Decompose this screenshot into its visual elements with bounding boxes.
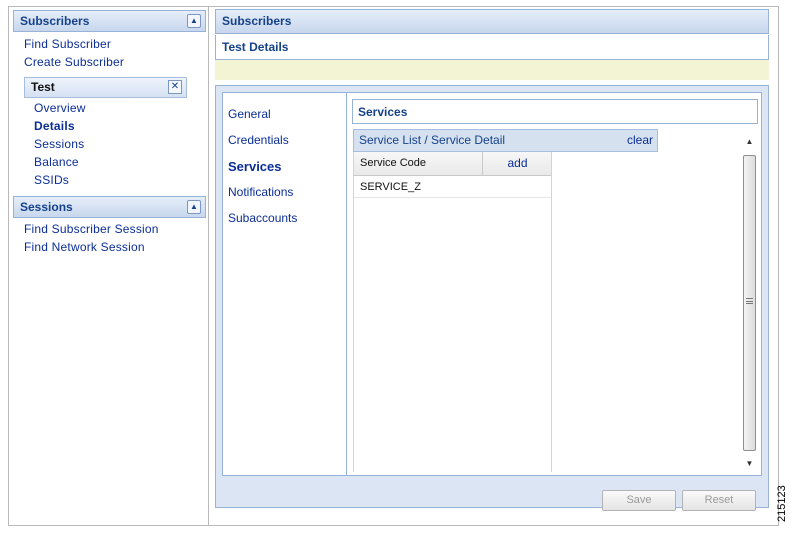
subscriber-panel-title: Test bbox=[31, 80, 55, 94]
message-bar bbox=[215, 60, 769, 80]
create-subscriber-link[interactable]: Create Subscriber bbox=[24, 55, 124, 69]
details-content: General Credentials Services Notificatio… bbox=[222, 92, 762, 476]
scroll-thumb[interactable] bbox=[743, 155, 756, 451]
scroll-up-icon[interactable]: ▲ bbox=[741, 135, 758, 149]
tab-credentials[interactable]: Credentials bbox=[228, 133, 289, 147]
collapse-icon[interactable]: ▲ bbox=[187, 200, 201, 214]
page-title: Test Details bbox=[215, 35, 769, 60]
scroll-down-icon[interactable]: ▼ bbox=[741, 457, 758, 471]
tab-services[interactable]: Services bbox=[228, 159, 282, 174]
table-row[interactable]: SERVICE_Z bbox=[354, 176, 551, 198]
subscriber-panel-header: Test ✕ bbox=[24, 77, 187, 98]
sessions-link[interactable]: Sessions bbox=[34, 137, 84, 151]
reset-button[interactable]: Reset bbox=[682, 490, 756, 511]
close-icon[interactable]: ✕ bbox=[168, 80, 182, 94]
services-title: Services bbox=[352, 99, 758, 124]
figure-id: 215123 bbox=[776, 485, 788, 522]
balance-link[interactable]: Balance bbox=[34, 155, 79, 169]
find-subscriber-session-link[interactable]: Find Subscriber Session bbox=[24, 222, 159, 236]
service-list-header: Service List / Service Detail clear bbox=[353, 129, 658, 152]
left-nav: Subscribers ▲ Find Subscriber Create Sub… bbox=[9, 7, 209, 525]
main-header: Subscribers bbox=[215, 9, 769, 34]
subscribers-section-header: Subscribers ▲ bbox=[13, 10, 206, 32]
sessions-section-header: Sessions ▲ bbox=[13, 196, 206, 218]
service-list-title: Service List / Service Detail bbox=[359, 133, 506, 147]
tab-notifications[interactable]: Notifications bbox=[228, 185, 293, 199]
overview-link[interactable]: Overview bbox=[34, 101, 86, 115]
subscribers-section-title: Subscribers bbox=[20, 14, 90, 28]
ssids-link[interactable]: SSIDs bbox=[34, 173, 69, 187]
details-panel: General Credentials Services Notificatio… bbox=[215, 85, 769, 511]
grip-icon bbox=[746, 298, 753, 304]
detail-tabs: General Credentials Services Notificatio… bbox=[223, 93, 347, 475]
sessions-section-title: Sessions bbox=[20, 200, 73, 214]
find-network-session-link[interactable]: Find Network Session bbox=[24, 240, 145, 254]
save-button[interactable]: Save bbox=[602, 490, 676, 511]
tab-subaccounts[interactable]: Subaccounts bbox=[228, 211, 297, 225]
clear-link[interactable]: clear bbox=[627, 130, 653, 151]
tab-general[interactable]: General bbox=[228, 107, 271, 121]
find-subscriber-link[interactable]: Find Subscriber bbox=[24, 37, 111, 51]
detail-scrollbar[interactable]: ▲ ▼ bbox=[741, 135, 758, 474]
service-grid: Service Code add SERVICE_Z bbox=[353, 152, 552, 472]
grid-column-header: Service Code add bbox=[354, 152, 551, 176]
details-link[interactable]: Details bbox=[34, 119, 75, 133]
add-service-link[interactable]: add bbox=[484, 152, 551, 175]
service-code-column-header[interactable]: Service Code bbox=[354, 152, 483, 175]
app-frame: Subscribers ▲ Find Subscriber Create Sub… bbox=[8, 6, 779, 526]
collapse-icon[interactable]: ▲ bbox=[187, 14, 201, 28]
